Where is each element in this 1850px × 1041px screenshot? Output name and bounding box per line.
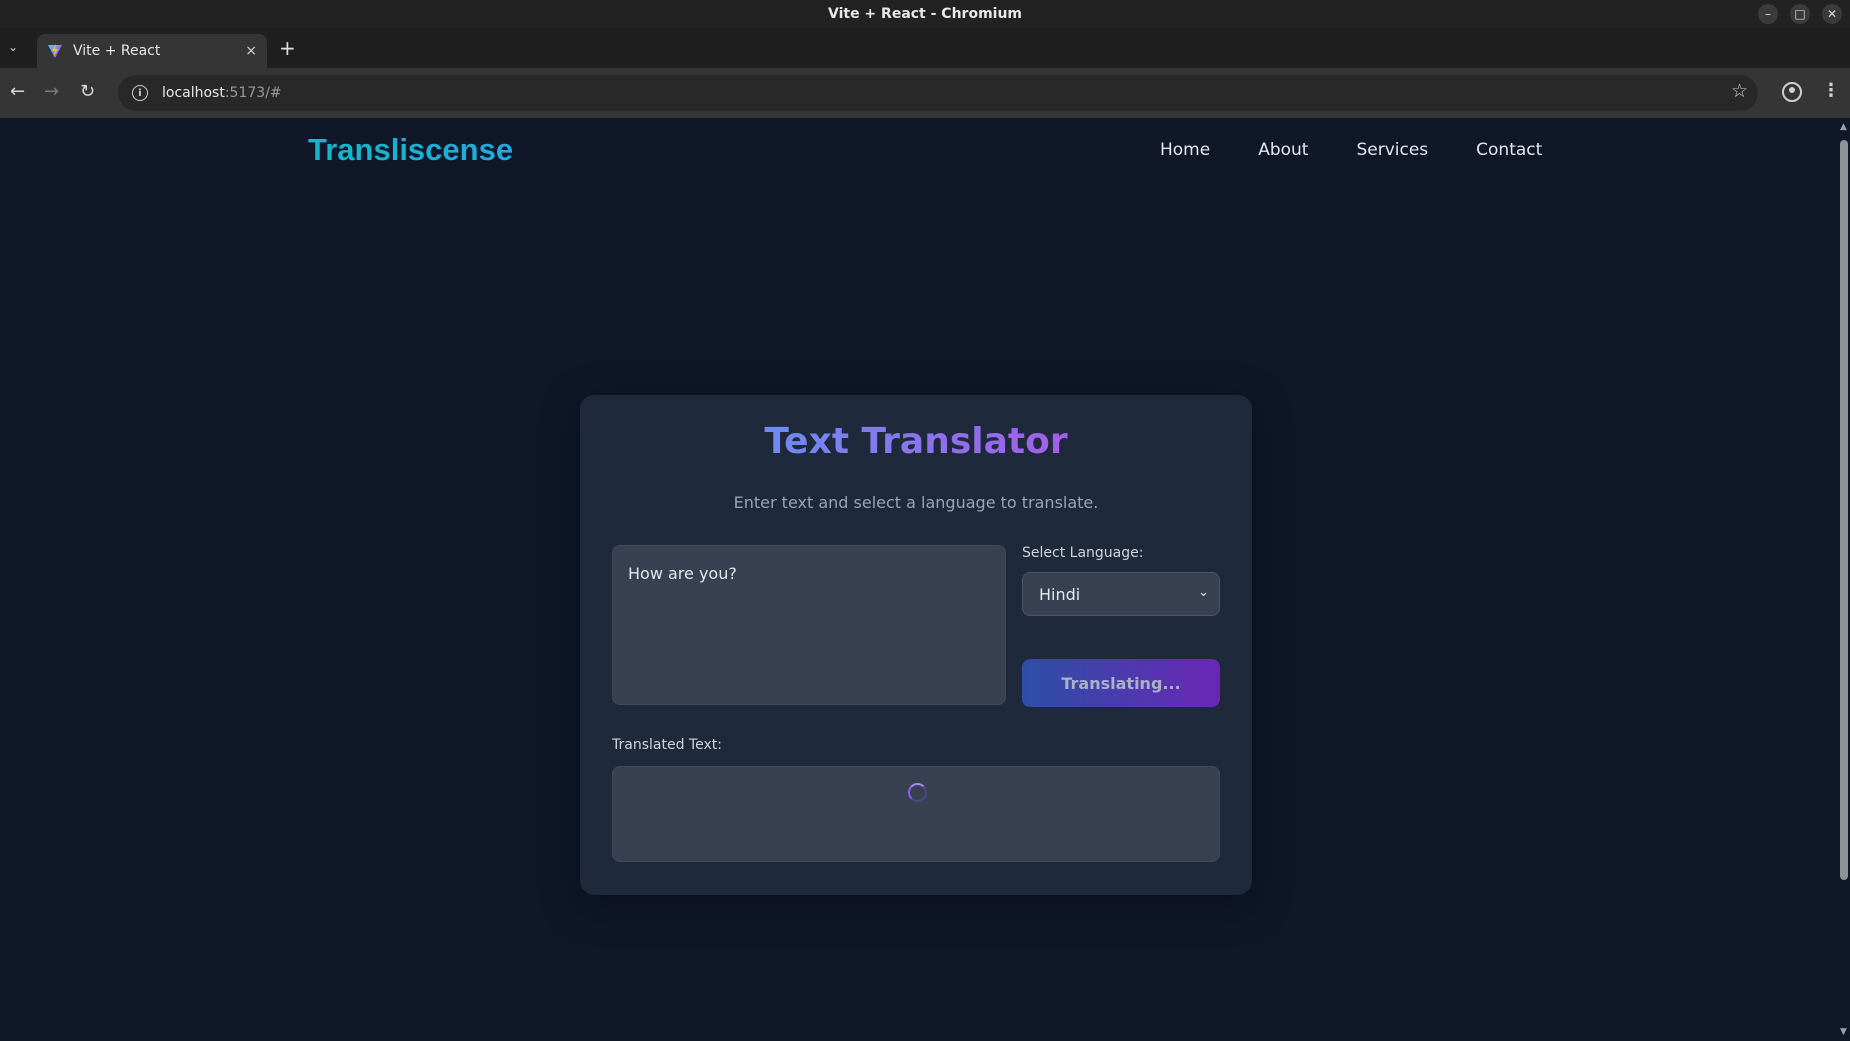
minimize-button[interactable]: –	[1758, 4, 1778, 24]
site-nav: Home About Services Contact	[1160, 140, 1542, 160]
translated-text-output	[612, 766, 1220, 862]
page-title: Text Translator	[764, 421, 1068, 462]
translator-card: Text Translator Enter text and select a …	[580, 395, 1252, 895]
output-label: Translated Text:	[612, 737, 722, 753]
url-path: :5173/#	[224, 85, 282, 101]
scroll-up-icon[interactable]: ▲	[1840, 122, 1847, 132]
loading-spinner-icon	[908, 783, 927, 802]
page-viewport: Transliscense Home About Services Contac…	[0, 118, 1838, 1041]
star-icon[interactable]: ☆	[1731, 80, 1748, 102]
nav-home[interactable]: Home	[1160, 140, 1210, 160]
window-titlebar: Vite + React - Chromium – □ ✕	[0, 0, 1850, 28]
tab-strip: ⌄ Vite + React × +	[0, 28, 1850, 68]
info-icon[interactable]: i	[132, 85, 148, 101]
page-scrollbar[interactable]: ▲ ▼	[1838, 118, 1850, 1041]
nav-contact[interactable]: Contact	[1476, 140, 1542, 160]
language-label: Select Language:	[1022, 545, 1144, 561]
scroll-down-icon[interactable]: ▼	[1840, 1027, 1847, 1037]
arrow-right-icon[interactable]: →	[44, 81, 59, 103]
address-bar[interactable]: i localhost:5173/#	[118, 75, 1758, 111]
nav-about[interactable]: About	[1258, 140, 1308, 160]
tab-close-icon[interactable]: ×	[245, 43, 257, 59]
window-title: Vite + React - Chromium	[827, 6, 1023, 22]
language-select[interactable]: Hindi ⌄	[1022, 572, 1220, 616]
close-window-button[interactable]: ✕	[1822, 4, 1842, 24]
scrollbar-thumb[interactable]	[1840, 140, 1848, 880]
window-controls: – □ ✕	[1758, 4, 1842, 24]
browser-toolbar: ← → ↻ i localhost:5173/# ☆ ⋮	[0, 68, 1850, 118]
site-logo[interactable]: Transliscense	[308, 132, 513, 168]
reload-icon[interactable]: ↻	[80, 81, 95, 103]
nav-services[interactable]: Services	[1356, 140, 1428, 160]
source-text-input[interactable]: How are you?	[612, 545, 1006, 705]
tab-active[interactable]: Vite + React ×	[37, 34, 267, 68]
chevron-down-icon: ⌄	[1198, 585, 1209, 600]
profile-icon[interactable]	[1782, 82, 1802, 102]
translate-button[interactable]: Translating...	[1022, 659, 1220, 707]
language-selected-value: Hindi	[1039, 584, 1081, 604]
vite-logo-icon	[48, 44, 62, 58]
url-host: localhost	[162, 85, 225, 101]
tab-search-chevron-icon[interactable]: ⌄	[8, 40, 18, 54]
new-tab-button[interactable]: +	[279, 36, 296, 60]
kebab-menu-icon[interactable]: ⋮	[1822, 80, 1840, 101]
maximize-button[interactable]: □	[1790, 4, 1810, 24]
page-subtitle: Enter text and select a language to tran…	[733, 493, 1099, 512]
arrow-left-icon[interactable]: ←	[10, 81, 25, 103]
tab-title: Vite + React	[73, 43, 161, 59]
